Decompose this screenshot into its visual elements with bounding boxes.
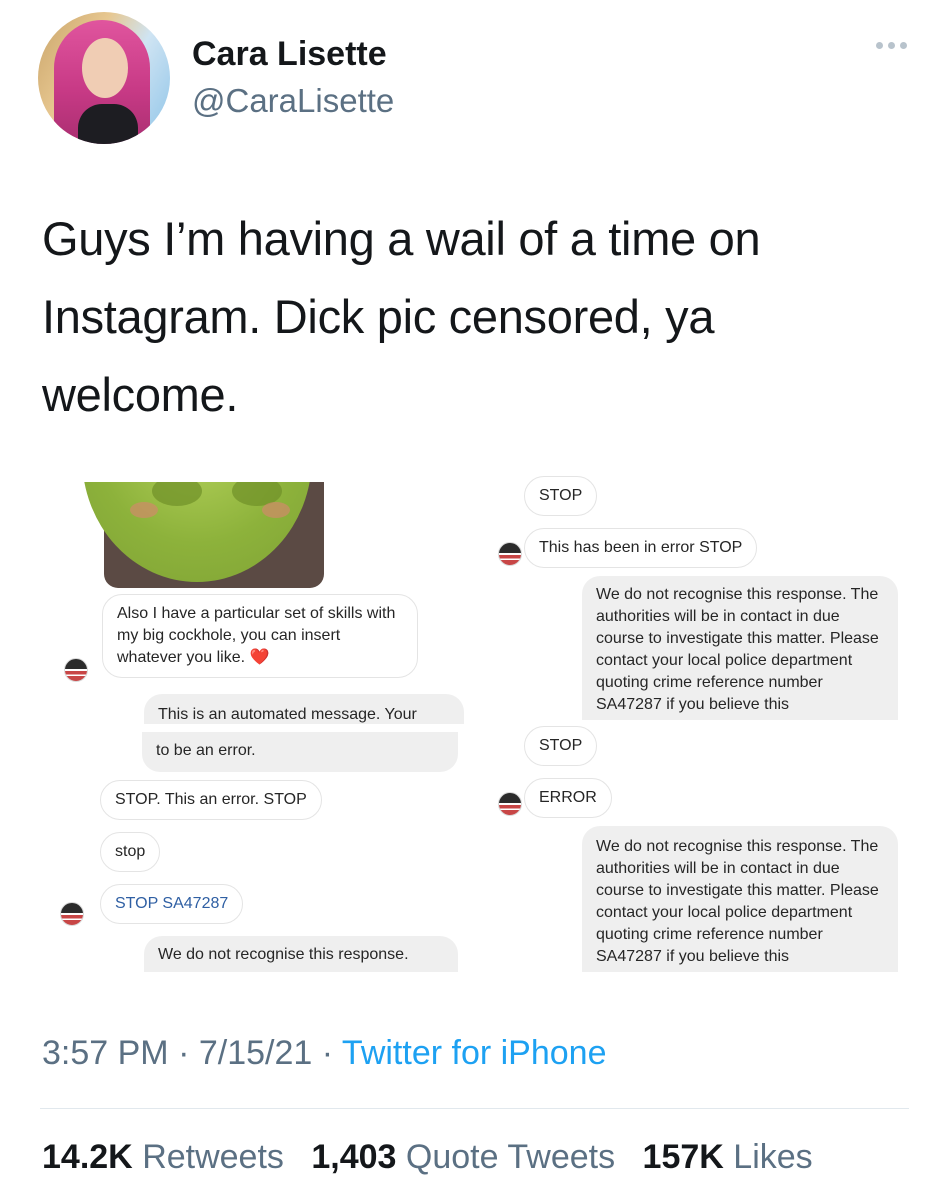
tweet-date: 7/15/21 xyxy=(198,1034,313,1072)
sender-avatar xyxy=(64,658,88,682)
message-bubble: STOP xyxy=(524,726,598,766)
tweet-image-left[interactable]: Also I have a particular set of skills w… xyxy=(40,482,470,972)
more-horizontal-icon[interactable] xyxy=(876,42,907,49)
tweet-stats: 14.2K Retweets 1,403 Quote Tweets 157K L… xyxy=(42,1138,831,1177)
sender-avatar xyxy=(60,902,84,926)
tweet-time: 3:57 PM xyxy=(42,1034,169,1072)
quotes-count: 1,403 xyxy=(311,1138,397,1176)
sender-avatar xyxy=(498,792,522,816)
quotes-label: Quote Tweets xyxy=(405,1138,616,1176)
display-name[interactable]: Cara Lisette xyxy=(192,35,387,74)
message-bubble: STOP xyxy=(524,476,598,516)
tweet-source-link[interactable]: Twitter for iPhone xyxy=(342,1034,607,1072)
user-handle[interactable]: @CaraLisette xyxy=(192,82,394,120)
message-bubble: We do not recognise this response. The a… xyxy=(582,576,898,720)
message-bubble: stop xyxy=(100,832,161,872)
message-bubble: We do not recognise this response. xyxy=(144,936,458,972)
tweet-image-right[interactable]: STOP This has been in error STOP We do n… xyxy=(482,474,910,972)
tweet-timestamp: 3:57 PM · 7/15/21 · Twitter for iPhone xyxy=(42,1034,607,1072)
sender-avatar xyxy=(498,542,522,566)
retweets-count: 14.2K xyxy=(42,1138,133,1176)
retweets-stat[interactable]: 14.2K Retweets xyxy=(42,1138,293,1176)
profile-avatar[interactable] xyxy=(38,12,170,144)
message-bubble: Also I have a particular set of skills w… xyxy=(102,594,418,678)
message-bubble: ERROR xyxy=(524,778,612,818)
likes-label: Likes xyxy=(733,1138,813,1176)
message-bubble: We do not recognise this response. The a… xyxy=(582,826,898,972)
likes-stat[interactable]: 157K Likes xyxy=(643,1138,813,1176)
quote-tweets-stat[interactable]: 1,403 Quote Tweets xyxy=(311,1138,624,1176)
retweets-label: Retweets xyxy=(142,1138,284,1176)
message-bubble: STOP. This an error. STOP xyxy=(100,780,322,820)
message-bubble: to be an error. xyxy=(142,732,458,772)
message-bubble: This is an automated message. Your xyxy=(144,694,464,724)
message-bubble: This has been in error STOP xyxy=(524,528,758,568)
tweet-text: Guys I’m having a wail of a time on Inst… xyxy=(42,212,761,421)
message-bubble: STOP SA47287 xyxy=(100,884,244,924)
divider xyxy=(40,1108,909,1109)
likes-count: 157K xyxy=(642,1138,724,1176)
